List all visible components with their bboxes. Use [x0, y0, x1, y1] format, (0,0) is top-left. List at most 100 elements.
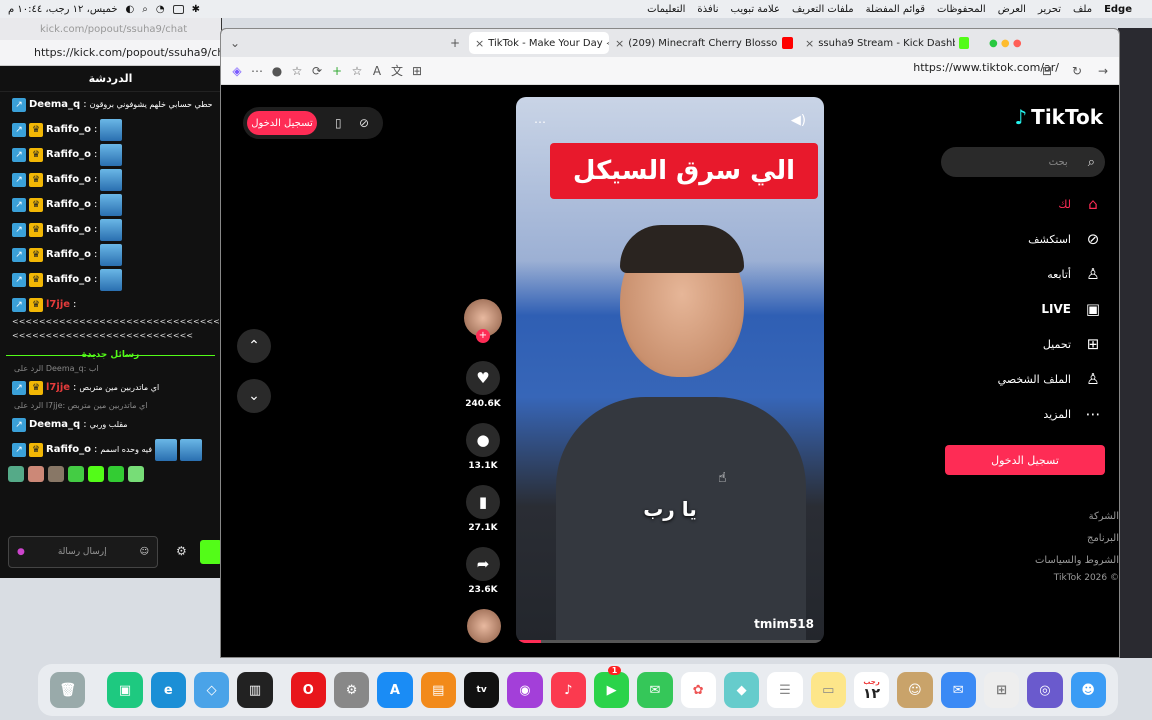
search-input[interactable]: بحث ⌕: [941, 147, 1105, 177]
nav-more[interactable]: المزيد ⋯: [1043, 405, 1103, 423]
nav-profile[interactable]: الملف الشخصي ♙: [998, 370, 1103, 388]
prev-video-button[interactable]: ⌃: [237, 329, 271, 363]
device-icon[interactable]: ▯: [335, 116, 342, 130]
contacts-icon[interactable]: ☺: [897, 672, 933, 708]
kick-address-bar[interactable]: https://kick.com/popout/ssuha9/chat: [0, 40, 221, 66]
footer-program[interactable]: البرنامج: [1087, 533, 1119, 544]
app-icon-green[interactable]: ▣: [107, 672, 143, 708]
menu-help[interactable]: التعليمات: [647, 4, 685, 15]
chat-username[interactable]: Rafifo_o: [46, 174, 91, 185]
footer-terms[interactable]: الشروط والسياسات: [1035, 555, 1119, 566]
menu-favorites[interactable]: قوائم المفضلة: [866, 4, 925, 15]
menu-app[interactable]: Edge: [1104, 4, 1132, 15]
menu-file[interactable]: ملف: [1073, 4, 1092, 15]
profile-icon[interactable]: ●: [267, 61, 287, 81]
opera-icon[interactable]: O: [290, 672, 326, 708]
new-tab-button[interactable]: +: [445, 33, 465, 53]
reminders-icon[interactable]: ☰: [767, 672, 803, 708]
close-icon[interactable]: ×: [475, 37, 484, 50]
mic-icon[interactable]: ●: [17, 547, 25, 557]
emote-button[interactable]: [8, 466, 24, 482]
favorites-icon[interactable]: ☆: [287, 61, 307, 81]
tab-kick[interactable]: × ssuha9 Stream - Kick Dashboard: [799, 32, 975, 54]
siri-icon[interactable]: ◎: [1027, 672, 1063, 708]
nav-following[interactable]: أتابعه ♙: [1047, 265, 1103, 283]
settings-icon[interactable]: ⚙: [333, 672, 370, 708]
translate-icon[interactable]: 文: [387, 61, 407, 81]
next-creator-avatar[interactable]: [467, 609, 501, 643]
chat-input[interactable]: ● إرسال رسالة ☺: [8, 536, 158, 568]
reload-icon[interactable]: ↻: [1067, 61, 1087, 81]
nav-upload[interactable]: تحميل ⊞: [1043, 335, 1103, 353]
emote-button[interactable]: [28, 466, 44, 482]
emote-button[interactable]: [88, 466, 104, 482]
gear-icon[interactable]: ⚙: [176, 544, 187, 558]
chat-username[interactable]: Rafifo_o: [46, 444, 91, 455]
trash-icon[interactable]: 🗑: [50, 672, 86, 708]
footer-company[interactable]: الشركة: [1089, 511, 1119, 522]
window-controls[interactable]: ● ● ●: [989, 38, 1022, 49]
search-icon[interactable]: ⌕: [142, 4, 148, 15]
chat-username[interactable]: Deema_q: [29, 99, 80, 110]
menu-history[interactable]: المحفوظات: [937, 4, 986, 15]
control-center-icon[interactable]: ◐: [126, 4, 135, 15]
app-icon-blue[interactable]: ◇: [193, 672, 230, 708]
add-icon[interactable]: +: [327, 61, 347, 81]
top-login-button[interactable]: تسجيل الدخول: [247, 111, 317, 135]
comment-icon[interactable]: ●: [466, 423, 500, 457]
music-icon[interactable]: ♪: [550, 672, 586, 708]
creator-name[interactable]: tmim518: [754, 617, 814, 631]
favorite-star-icon[interactable]: ☆: [347, 61, 367, 81]
close-icon[interactable]: ×: [805, 37, 814, 50]
forward-icon[interactable]: →: [1093, 61, 1113, 81]
read-aloud-icon[interactable]: A: [367, 61, 387, 81]
emote-button[interactable]: [68, 466, 84, 482]
maps-icon[interactable]: ◆: [723, 672, 760, 708]
more-options-icon[interactable]: ⋯: [534, 115, 546, 129]
finder-icon[interactable]: ☻: [1070, 672, 1106, 708]
volume-icon[interactable]: ◀): [791, 113, 806, 128]
emote-button[interactable]: [48, 466, 64, 482]
app-icon-dark[interactable]: ▥: [237, 672, 273, 708]
search-icon[interactable]: ⌕: [1088, 155, 1095, 170]
sidebar-login-button[interactable]: تسجيل الدخول: [945, 445, 1105, 475]
podcasts-icon[interactable]: ◉: [507, 672, 543, 708]
tiktok-logo[interactable]: ♪ TikTok: [1014, 105, 1103, 129]
launchpad-icon[interactable]: ⊞: [983, 672, 1020, 708]
nav-live[interactable]: LIVE ▣: [1041, 300, 1103, 318]
app-store-icon[interactable]: A: [377, 672, 413, 708]
bookmark-icon[interactable]: ▮: [466, 485, 500, 519]
menu-profiles[interactable]: ملفات التعريف: [792, 4, 854, 15]
apple-tv-icon[interactable]: tv: [463, 672, 500, 708]
video-progress[interactable]: [516, 640, 824, 643]
app-icon[interactable]: ⊞: [407, 61, 427, 81]
next-video-button[interactable]: ⌄: [237, 379, 271, 413]
menu-tab[interactable]: علامة تبويب: [731, 4, 780, 15]
save-action[interactable]: ▮ 27.1K: [463, 485, 503, 533]
emote-button[interactable]: [108, 466, 124, 482]
compass-icon[interactable]: ⊘: [359, 116, 369, 130]
close-icon[interactable]: ×: [615, 37, 624, 50]
notes-icon[interactable]: ▭: [810, 672, 846, 708]
copilot-icon[interactable]: ◈: [227, 61, 247, 81]
tab-tiktok[interactable]: × TikTok - Make Your Day ◁): [469, 32, 609, 54]
edge-icon[interactable]: e: [150, 672, 186, 708]
like-action[interactable]: ♥ 240.6K: [463, 361, 503, 409]
emote-button[interactable]: [128, 466, 144, 482]
tab-youtube[interactable]: × (209) Minecraft Cherry Blossom: [609, 32, 799, 54]
chat-username[interactable]: l7jje: [46, 382, 70, 393]
books-icon[interactable]: ▤: [420, 672, 456, 708]
more-icon[interactable]: ⋯: [247, 61, 267, 81]
messages-icon[interactable]: ✉: [637, 672, 673, 708]
tab-list-icon[interactable]: ⌄: [225, 33, 245, 53]
chat-username[interactable]: Rafifo_o: [46, 224, 91, 235]
chat-username[interactable]: Rafifo_o: [46, 199, 91, 210]
send-button[interactable]: [200, 540, 222, 564]
lock-icon[interactable]: ⊟: [1037, 61, 1057, 81]
follow-plus-icon[interactable]: +: [476, 329, 490, 343]
wifi-icon[interactable]: ◔: [156, 4, 165, 15]
chat-username[interactable]: Rafifo_o: [46, 149, 91, 160]
mail-icon[interactable]: ✉: [940, 672, 976, 708]
menu-window[interactable]: نافذة: [697, 4, 718, 15]
bluetooth-icon[interactable]: ✱: [192, 4, 200, 15]
